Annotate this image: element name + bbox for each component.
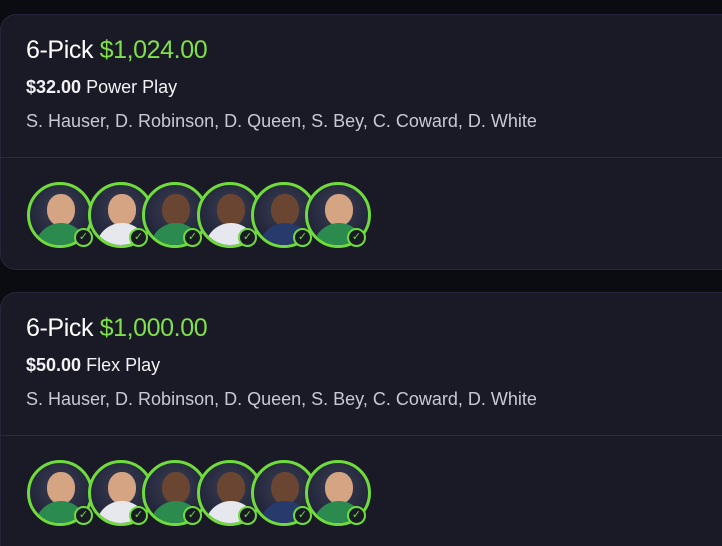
check-circle-icon: ✓ — [74, 506, 93, 525]
player-names: S. Hauser, D. Robinson, D. Queen, S. Bey… — [26, 389, 537, 409]
entry-headline: 6-Pick $1,000.00 — [26, 313, 722, 343]
check-circle-icon: ✓ — [347, 506, 366, 525]
check-circle-icon: ✓ — [74, 228, 93, 247]
check-circle-icon: ✓ — [183, 228, 202, 247]
payout-amount: $1,000.00 — [99, 314, 208, 342]
pick-count: 6-Pick — [26, 314, 94, 342]
player-names: S. Hauser, D. Robinson, D. Queen, S. Bey… — [26, 111, 537, 131]
entry-summary: 6-Pick $1,024.00 $32.00 Power Play S. Ha… — [1, 15, 722, 158]
play-type: Flex Play — [86, 355, 161, 375]
stake-row: $50.00 Flex Play — [26, 353, 722, 377]
stake-amount: $32.00 — [26, 77, 82, 97]
check-circle-icon: ✓ — [183, 506, 202, 525]
player-avatars: ✓ ✓ ✓ ✓ ✓ ✓ — [1, 436, 722, 536]
check-circle-icon: ✓ — [347, 228, 366, 247]
entries-list: 6-Pick $1,024.00 $32.00 Power Play S. Ha… — [0, 0, 722, 546]
payout-amount: $1,024.00 — [99, 36, 208, 64]
play-type: Power Play — [86, 77, 178, 97]
pick-count: 6-Pick — [26, 36, 94, 64]
entry-card[interactable]: 6-Pick $1,024.00 $32.00 Power Play S. Ha… — [0, 14, 722, 270]
entry-summary: 6-Pick $1,000.00 $50.00 Flex Play S. Hau… — [1, 293, 722, 436]
stake-amount: $50.00 — [26, 355, 82, 375]
entry-card[interactable]: 6-Pick $1,000.00 $50.00 Flex Play S. Hau… — [0, 292, 722, 546]
entry-headline: 6-Pick $1,024.00 — [26, 35, 722, 65]
player-avatars: ✓ ✓ ✓ ✓ ✓ ✓ — [1, 158, 722, 258]
stake-row: $32.00 Power Play — [26, 75, 722, 99]
